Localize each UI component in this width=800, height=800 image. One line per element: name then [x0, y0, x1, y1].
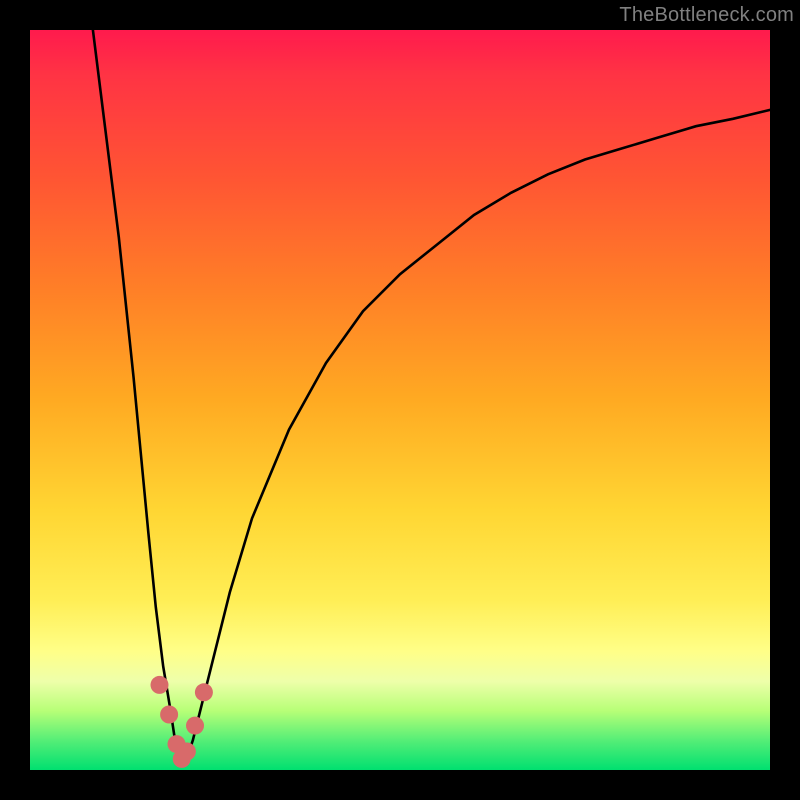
marker-dot: [151, 676, 169, 694]
curve-right-branch: [185, 110, 770, 763]
plot-area: [30, 30, 770, 770]
curve-left-branch: [93, 30, 185, 763]
marker-dot: [195, 683, 213, 701]
marker-dot: [178, 743, 196, 761]
chart-svg: [30, 30, 770, 770]
highlight-markers: [151, 676, 213, 768]
marker-dot: [186, 717, 204, 735]
watermark-text: TheBottleneck.com: [619, 4, 794, 27]
marker-dot: [160, 706, 178, 724]
chart-frame: TheBottleneck.com: [0, 0, 800, 800]
